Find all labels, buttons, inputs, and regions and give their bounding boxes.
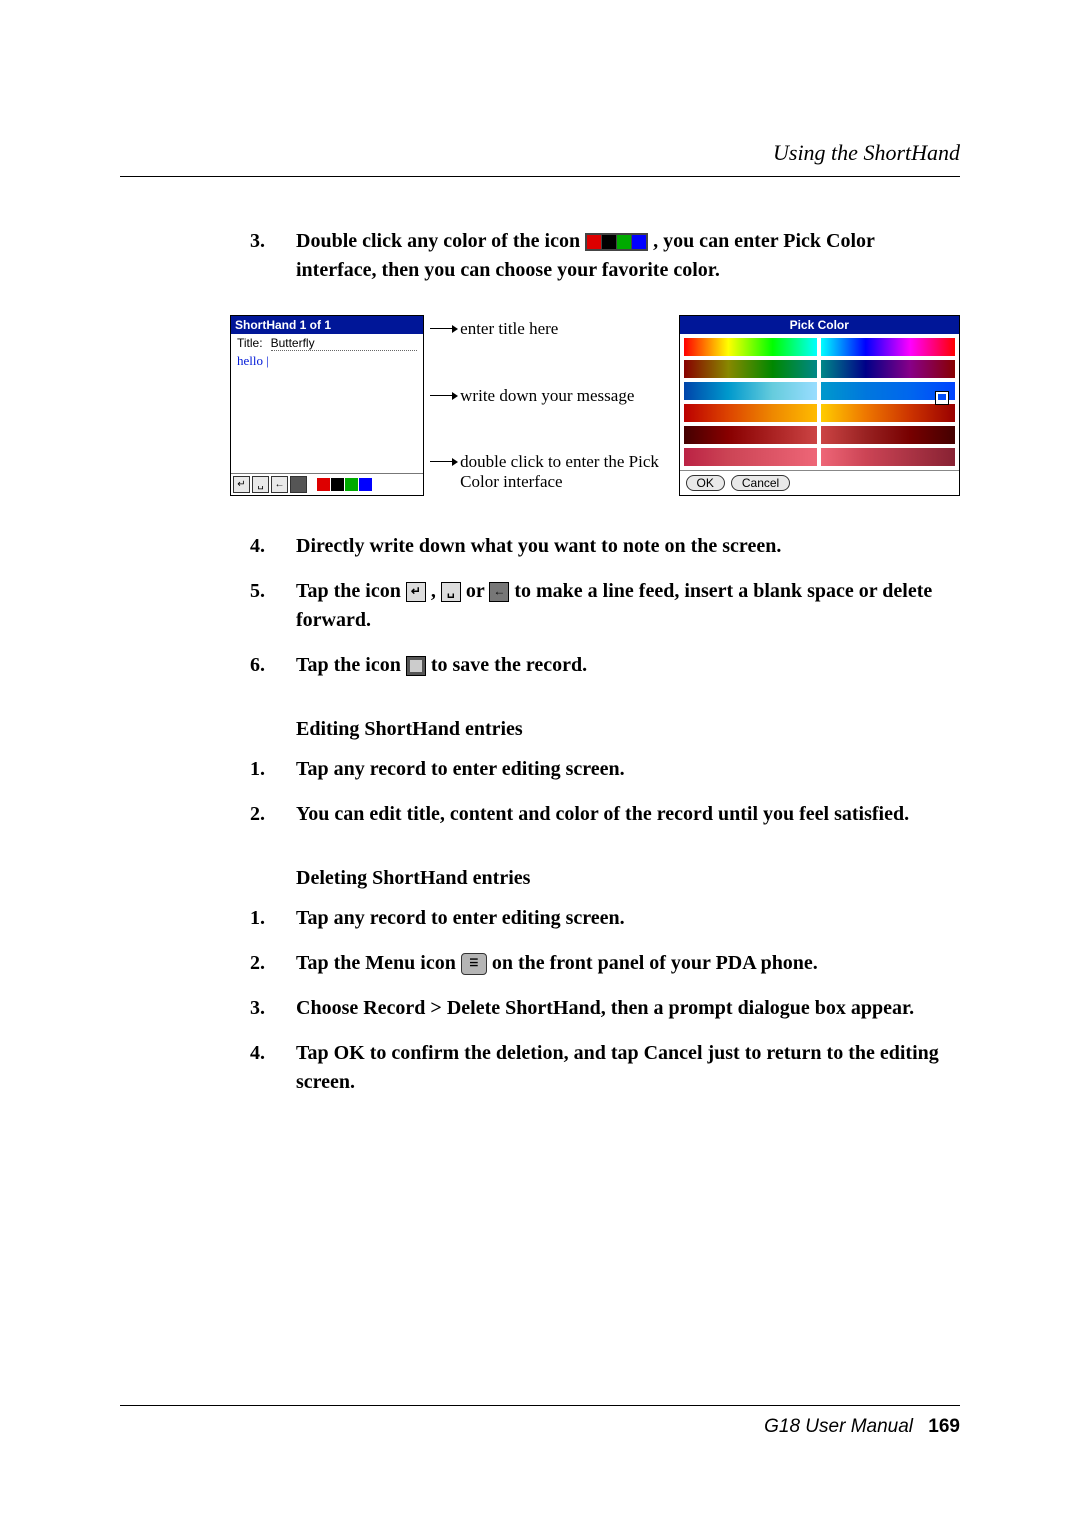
- step-number: 3.: [250, 994, 296, 1023]
- step-number: 1.: [250, 904, 296, 933]
- step-text: Tap OK to confirm the deletion, and tap …: [296, 1039, 960, 1097]
- text-part-b: to save the record.: [431, 654, 587, 676]
- deleting-step-3: 3. Choose Record > Delete ShortHand, the…: [250, 994, 960, 1023]
- step-number: 6.: [250, 651, 296, 680]
- figure-callouts: enter title here write down your message…: [442, 315, 660, 496]
- title-value[interactable]: Butterfly: [271, 336, 418, 351]
- step-text: Tap any record to enter editing screen.: [296, 904, 960, 933]
- deleting-step-4: 4. Tap OK to confirm the deletion, and t…: [250, 1039, 960, 1097]
- figure-pick-color: ShortHand 1 of 1 Title: Butterfly hello …: [230, 315, 960, 496]
- shorthand-titlebar: ShortHand 1 of 1: [231, 316, 423, 334]
- step-4: 4. Directly write down what you want to …: [250, 532, 960, 561]
- step-number: 1.: [250, 755, 296, 784]
- text-part-a: Tap the icon: [296, 580, 406, 602]
- step-number: 5.: [250, 577, 296, 635]
- text-part-a: Tap the icon: [296, 654, 406, 676]
- step-text: Tap the Menu icon ☰ on the front panel o…: [296, 949, 960, 978]
- editing-step-1: 1. Tap any record to enter editing scree…: [250, 755, 960, 784]
- step-text: Double click any color of the icon , you…: [296, 227, 960, 285]
- color-grid[interactable]: [680, 334, 960, 470]
- ok-button[interactable]: OK: [686, 475, 725, 491]
- callout-title: enter title here: [442, 319, 660, 339]
- text-part-a: Tap the Menu icon: [296, 952, 461, 974]
- text-part-b: on the front panel of your PDA phone.: [492, 952, 818, 974]
- color-swatch-icon: [585, 233, 648, 251]
- shorthand-body[interactable]: hello |: [231, 351, 423, 473]
- text-part-a: Double click any color of the icon: [296, 230, 580, 252]
- page-number: 169: [928, 1416, 960, 1437]
- color-selector-icon: [936, 392, 948, 404]
- shorthand-title-row: Title: Butterfly: [231, 334, 423, 351]
- step-text: You can edit title, content and color of…: [296, 800, 960, 829]
- deleting-step-1: 1. Tap any record to enter editing scree…: [250, 904, 960, 933]
- step-number: 3.: [250, 227, 296, 285]
- linefeed-icon[interactable]: ↵: [233, 476, 250, 493]
- or: or: [466, 580, 490, 602]
- step-text: Tap any record to enter editing screen.: [296, 755, 960, 784]
- step-number: 4.: [250, 1039, 296, 1097]
- space-icon: ␣: [441, 582, 461, 602]
- shorthand-toolbar: ↵ ␣ ←: [231, 473, 423, 495]
- step-text: Choose Record > Delete ShortHand, then a…: [296, 994, 960, 1023]
- deleting-title: Deleting ShortHand entries: [296, 867, 960, 890]
- editing-title: Editing ShortHand entries: [296, 718, 960, 741]
- handwritten-text: hello: [237, 353, 263, 368]
- back-icon[interactable]: ←: [271, 476, 288, 493]
- save-icon: [406, 656, 426, 676]
- pick-color-header: Pick Color: [680, 316, 960, 334]
- manual-title: G18 User Manual: [764, 1416, 913, 1437]
- shorthand-screen: ShortHand 1 of 1 Title: Butterfly hello …: [230, 315, 424, 496]
- running-header: Using the ShortHand: [120, 140, 960, 177]
- deleting-step-2: 2. Tap the Menu icon ☰ on the front pane…: [250, 949, 960, 978]
- space-icon[interactable]: ␣: [252, 476, 269, 493]
- cancel-button[interactable]: Cancel: [731, 475, 790, 491]
- step-text: Tap the icon to save the record.: [296, 651, 960, 680]
- step-number: 2.: [250, 949, 296, 978]
- pick-color-buttons: OK Cancel: [680, 470, 960, 495]
- comma: ,: [431, 580, 441, 602]
- main-content: 3. Double click any color of the icon , …: [250, 227, 960, 1097]
- step-5: 5. Tap the icon ↵ , ␣ or ← to make a lin…: [250, 577, 960, 635]
- editing-step-2: 2. You can edit title, content and color…: [250, 800, 960, 829]
- pick-color-dialog: Pick Color OK Cancel: [679, 315, 961, 496]
- callout-message: write down your message: [442, 386, 660, 406]
- step-text: Directly write down what you want to not…: [296, 532, 960, 561]
- step-text: Tap the icon ↵ , ␣ or ← to make a line f…: [296, 577, 960, 635]
- save-icon[interactable]: [290, 476, 307, 493]
- menu-icon: ☰: [461, 953, 487, 975]
- step-6: 6. Tap the icon to save the record.: [250, 651, 960, 680]
- back-icon: ←: [489, 582, 509, 602]
- callout-pickcolor: double click to enter the Pick Color int…: [442, 452, 660, 492]
- step-number: 2.: [250, 800, 296, 829]
- page-footer: G18 User Manual 169: [120, 1405, 960, 1438]
- step-3: 3. Double click any color of the icon , …: [250, 227, 960, 285]
- title-label: Title:: [237, 336, 263, 350]
- toolbar-color-swatches[interactable]: [317, 478, 372, 491]
- linefeed-icon: ↵: [406, 582, 426, 602]
- step-number: 4.: [250, 532, 296, 561]
